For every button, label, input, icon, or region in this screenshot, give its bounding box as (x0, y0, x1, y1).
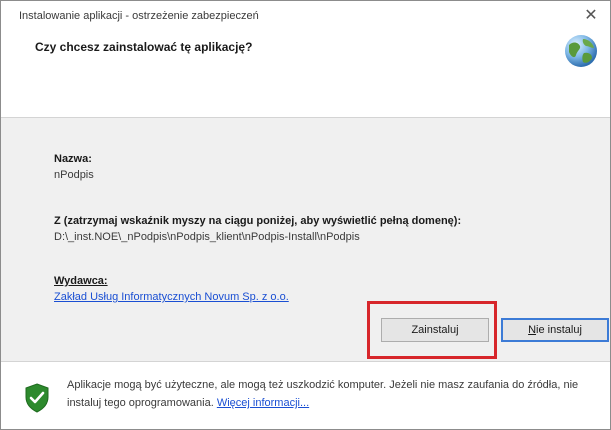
cancel-button[interactable]: Nie instaluj (501, 318, 609, 342)
name-value: nPodpis (54, 169, 94, 181)
title-bar: Instalowanie aplikacji - ostrzeżenie zab… (1, 1, 610, 31)
warning-message: Aplikacje mogą być użyteczne, ale mogą t… (67, 376, 599, 412)
publisher-link[interactable]: Zakład Usług Informatycznych Novum Sp. z… (54, 291, 289, 303)
window-title: Instalowanie aplikacji - ostrzeżenie zab… (19, 10, 259, 22)
name-label: Nazwa: (54, 153, 92, 165)
globe-icon (565, 35, 597, 67)
shield-icon (25, 383, 49, 413)
install-button[interactable]: Zainstaluj (381, 318, 489, 342)
more-info-link[interactable]: Więcej informacji... (217, 397, 309, 409)
publisher-label: Wydawca: (54, 275, 108, 287)
from-value[interactable]: D:\_inst.NOE\_nPodpis\nPodpis_klient\nPo… (54, 231, 360, 243)
from-label: Z (zatrzymaj wskaźnik myszy na ciągu pon… (54, 215, 462, 227)
install-security-warning-dialog: Instalowanie aplikacji - ostrzeżenie zab… (0, 0, 611, 430)
cancel-label-rest: ie instaluj (536, 324, 582, 336)
close-button[interactable]: ✕ (572, 1, 610, 31)
warning-text: Aplikacje mogą być użyteczne, ale mogą t… (67, 379, 579, 409)
install-question: Czy chcesz zainstalować tę aplikację? (35, 40, 253, 54)
cancel-accelerator: N (528, 324, 537, 336)
